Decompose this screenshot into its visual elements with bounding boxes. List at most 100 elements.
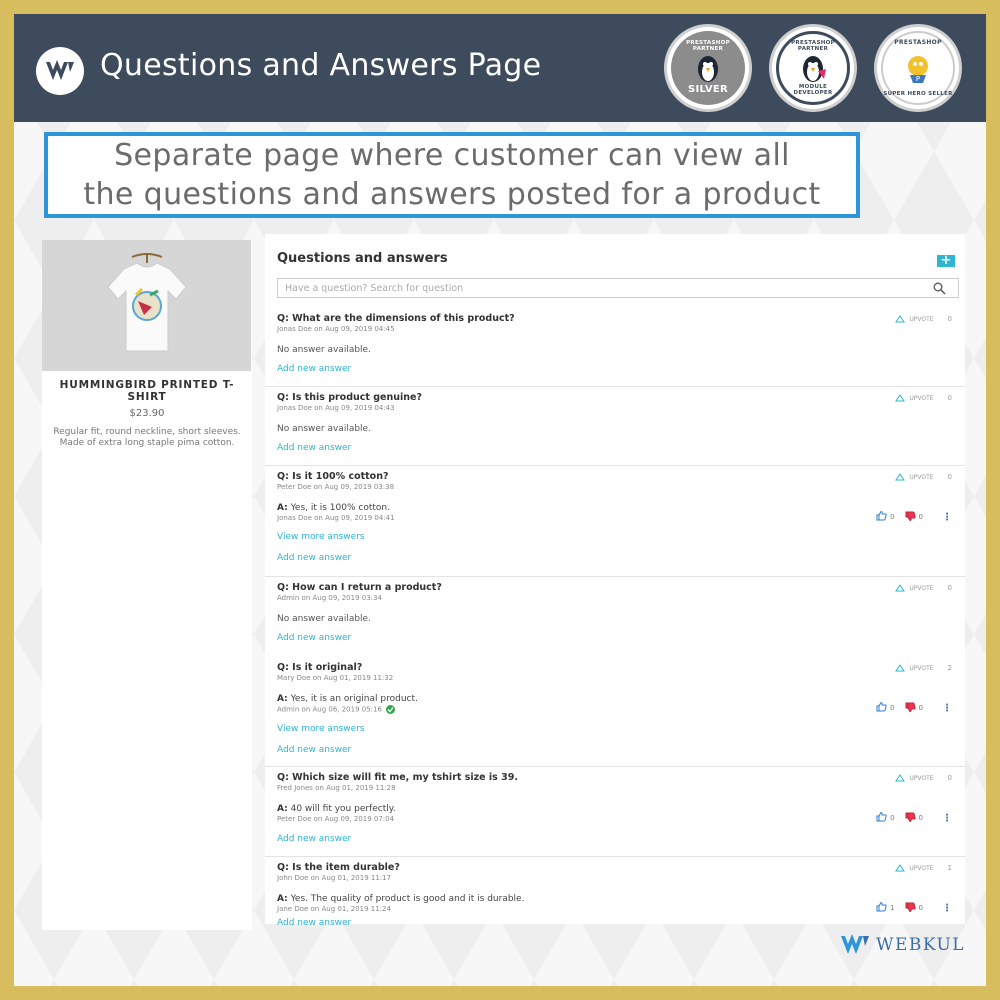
answer-item: A: 40 will fit you perfectly. Peter Doe … (277, 804, 953, 824)
answer-votes: 0 0 ⋮ (876, 510, 952, 523)
add-answer-link[interactable]: Add new answer (277, 918, 953, 929)
question-text[interactable]: Q: Is it 100% cotton? (277, 471, 953, 483)
qa-panel: Questions and answers + Have a question?… (265, 234, 965, 928)
like-icon[interactable] (876, 811, 887, 824)
add-answer-link[interactable]: Add new answer (277, 745, 953, 756)
answer-votes: 0 0 ⋮ (876, 811, 952, 824)
add-question-button[interactable]: + (937, 254, 955, 267)
more-options-icon[interactable]: ⋮ (942, 703, 952, 714)
upvote-button[interactable]: UPVOTE 0 (895, 394, 952, 402)
question-search-input[interactable]: Have a question? Search for question (277, 278, 959, 298)
upvote-count: 1 (947, 864, 952, 872)
badge-top-text: PRESTASHOP (894, 39, 942, 46)
add-answer-link[interactable]: Add new answer (277, 553, 953, 564)
upvote-button[interactable]: UPVOTE 1 (895, 864, 952, 872)
upvote-count: 0 (947, 315, 952, 323)
dislike-icon[interactable] (905, 902, 916, 914)
more-options-icon[interactable]: ⋮ (942, 813, 952, 824)
upvote-label: UPVOTE (909, 774, 934, 782)
question-text[interactable]: Q: Which size will fit me, my tshirt siz… (277, 772, 953, 784)
answer-item: A: Yes, it is 100% cotton. Jonas Doe on … (277, 503, 953, 523)
upvote-button[interactable]: UPVOTE 0 (895, 315, 952, 323)
upvote-count: 0 (947, 584, 952, 592)
question-item: Q: What are the dimensions of this produ… (265, 308, 965, 387)
dislike-icon[interactable] (905, 812, 916, 824)
no-answer-text: No answer available. (277, 614, 371, 624)
like-count: 1 (890, 904, 895, 912)
like-icon[interactable] (876, 901, 887, 914)
answer-item: A: Yes. The quality of product is good a… (277, 894, 953, 914)
question-text[interactable]: Q: How can I return a product? (277, 582, 953, 594)
upvote-count: 0 (947, 774, 952, 782)
more-options-icon[interactable]: ⋮ (942, 903, 952, 914)
badge-bottom-text: SUPER HERO SELLER (883, 91, 953, 97)
upvote-icon (895, 864, 906, 872)
view-more-answers-link[interactable]: View more answers (277, 532, 953, 543)
question-meta: Jonas Doe on Aug 09, 2019 04:43 (277, 404, 395, 412)
canvas: Questions and Answers Page PRESTASHOP PA… (14, 14, 986, 986)
question-meta: Fred Jones on Aug 01, 2019 11:28 (277, 784, 396, 792)
answer-text: 40 will fit you perfectly. (290, 804, 396, 814)
answer-prefix: A: (277, 694, 288, 704)
view-more-answers-link[interactable]: View more answers (277, 724, 953, 735)
dislike-count: 0 (918, 513, 923, 521)
partner-module-developer-badge-icon: PRESTASHOP PARTNER MODULE DEVELOPER (769, 24, 857, 112)
super-hero-seller-badge-icon: PRESTASHOP P SUPER HERO SELLER (874, 24, 962, 112)
search-icon[interactable] (933, 282, 946, 295)
product-name[interactable]: HUMMINGBIRD PRINTED T-SHIRT (42, 379, 252, 403)
verified-check-icon (386, 705, 396, 714)
svg-text:P: P (916, 75, 920, 83)
upvote-icon (895, 315, 906, 323)
answer-meta: Jonas Doe on Aug 09, 2019 04:41 (277, 514, 395, 522)
add-answer-link[interactable]: Add new answer (277, 443, 953, 454)
upvote-count: 0 (947, 394, 952, 402)
upvote-icon (895, 394, 906, 402)
upvote-button[interactable]: UPVOTE 0 (895, 473, 952, 481)
upvote-button[interactable]: UPVOTE 0 (895, 584, 952, 592)
question-text[interactable]: Q: Is this product genuine? (277, 392, 953, 404)
question-text[interactable]: Q: Is it original? (277, 662, 953, 674)
question-meta: Jonas Doe on Aug 09, 2019 04:45 (277, 325, 395, 333)
add-answer-link[interactable]: Add new answer (277, 364, 953, 375)
question-text[interactable]: Q: What are the dimensions of this produ… (277, 313, 953, 325)
product-image[interactable] (42, 240, 251, 371)
answer-prefix: A: (277, 503, 288, 513)
answer-meta: Peter Doe on Aug 09, 2019 07:04 (277, 815, 395, 823)
dislike-icon[interactable] (905, 511, 916, 523)
product-description: Regular fit, round neckline, short sleev… (53, 427, 241, 448)
badge-bottom-text: MODULE DEVELOPER (793, 84, 833, 96)
answer-text: Yes, it is an original product. (290, 694, 418, 704)
dislike-count: 0 (918, 704, 923, 712)
like-icon[interactable] (876, 701, 887, 714)
like-icon[interactable] (876, 510, 887, 523)
add-answer-link[interactable]: Add new answer (277, 834, 953, 845)
no-answer-text: No answer available. (277, 424, 371, 434)
upvote-button[interactable]: UPVOTE 0 (895, 774, 952, 782)
upvote-label: UPVOTE (909, 664, 934, 672)
upvote-icon (895, 473, 906, 481)
answer-prefix: A: (277, 804, 288, 814)
feature-callout: Separate page where customer can view al… (44, 132, 860, 218)
answer-votes: 1 0 ⋮ (876, 901, 952, 914)
callout-line-1: Separate page where customer can view al… (114, 138, 790, 173)
dislike-count: 0 (918, 814, 923, 822)
upvote-count: 2 (947, 664, 952, 672)
question-item: Q: Is it 100% cotton? Peter Doe on Aug 0… (265, 466, 965, 577)
question-item: Q: How can I return a product? Admin on … (265, 577, 965, 657)
answer-meta-text: Admin on Aug 06, 2019 05:16 (277, 705, 382, 714)
add-answer-link[interactable]: Add new answer (277, 633, 953, 644)
dislike-icon[interactable] (905, 702, 916, 714)
more-options-icon[interactable]: ⋮ (942, 512, 952, 523)
search-placeholder: Have a question? Search for question (285, 283, 464, 294)
dislike-count: 0 (918, 904, 923, 912)
upvote-label: UPVOTE (909, 394, 934, 402)
product-card: HUMMINGBIRD PRINTED T-SHIRT $23.90 Regul… (42, 240, 252, 930)
question-text[interactable]: Q: Is the item durable? (277, 862, 953, 874)
no-answer-text: No answer available. (277, 345, 371, 355)
question-item: Q: Is the item durable? John Doe on Aug … (265, 857, 965, 943)
upvote-label: UPVOTE (909, 584, 934, 592)
answer-item: A: Yes, it is an original product. Admin… (277, 694, 953, 715)
upvote-button[interactable]: UPVOTE 2 (895, 664, 952, 672)
upvote-icon (895, 664, 906, 672)
upvote-icon (895, 774, 906, 782)
